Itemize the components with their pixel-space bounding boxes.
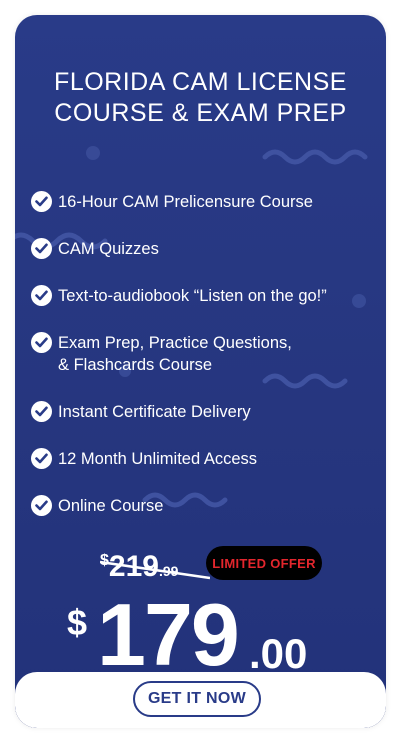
check-circle-icon (31, 448, 52, 469)
get-it-now-button[interactable]: GET IT NOW (133, 681, 261, 717)
feature-item: Text-to-audiobook “Listen on the go!” (31, 285, 327, 307)
feature-item: Online Course (31, 495, 163, 517)
feature-text: 12 Month Unlimited Access (58, 450, 258, 468)
check-circle-icon (31, 238, 52, 259)
check-circle-icon (31, 191, 52, 212)
limited-offer-badge: LIMITED OFFER (206, 546, 322, 580)
feature-item: 16-Hour CAM Prelicensure Course (31, 191, 313, 213)
check-circle-icon (31, 285, 52, 306)
feature-text: Exam Prep, Practice Questions, & Flashca… (58, 334, 292, 374)
feature-text: CAM Quizzes (58, 240, 159, 258)
feature-text: Text-to-audiobook “Listen on the go!” (58, 287, 327, 305)
feature-item: 12 Month Unlimited Access (31, 448, 257, 470)
feature-text: Instant Certificate Delivery (58, 403, 251, 421)
card-title-line-2: COURSE & EXAM PREP (54, 99, 347, 127)
check-circle-icon (31, 401, 52, 422)
price-integer: 179 (97, 585, 240, 684)
card-title: FLORIDA CAM LICENSE COURSE & EXAM PREP (15, 67, 386, 129)
feature-text: 16-Hour CAM Prelicensure Course (58, 193, 313, 211)
card-title-line-1: FLORIDA CAM LICENSE (54, 68, 347, 96)
price-currency: $ (67, 602, 88, 643)
feature-item: Instant Certificate Delivery (31, 401, 251, 423)
check-circle-icon (31, 495, 52, 516)
strikethrough-line (100, 560, 210, 580)
original-price: $219.99 (100, 550, 210, 584)
price-decimal: .00 (249, 630, 308, 677)
feature-item: CAM Quizzes (31, 238, 159, 260)
feature-text: Online Course (58, 497, 164, 515)
feature-item: Exam Prep, Practice Questions, & Flashca… (31, 332, 292, 376)
check-circle-icon (31, 332, 52, 353)
pricing-card: FLORIDA CAM LICENSE COURSE & EXAM PREP 1… (15, 15, 386, 728)
